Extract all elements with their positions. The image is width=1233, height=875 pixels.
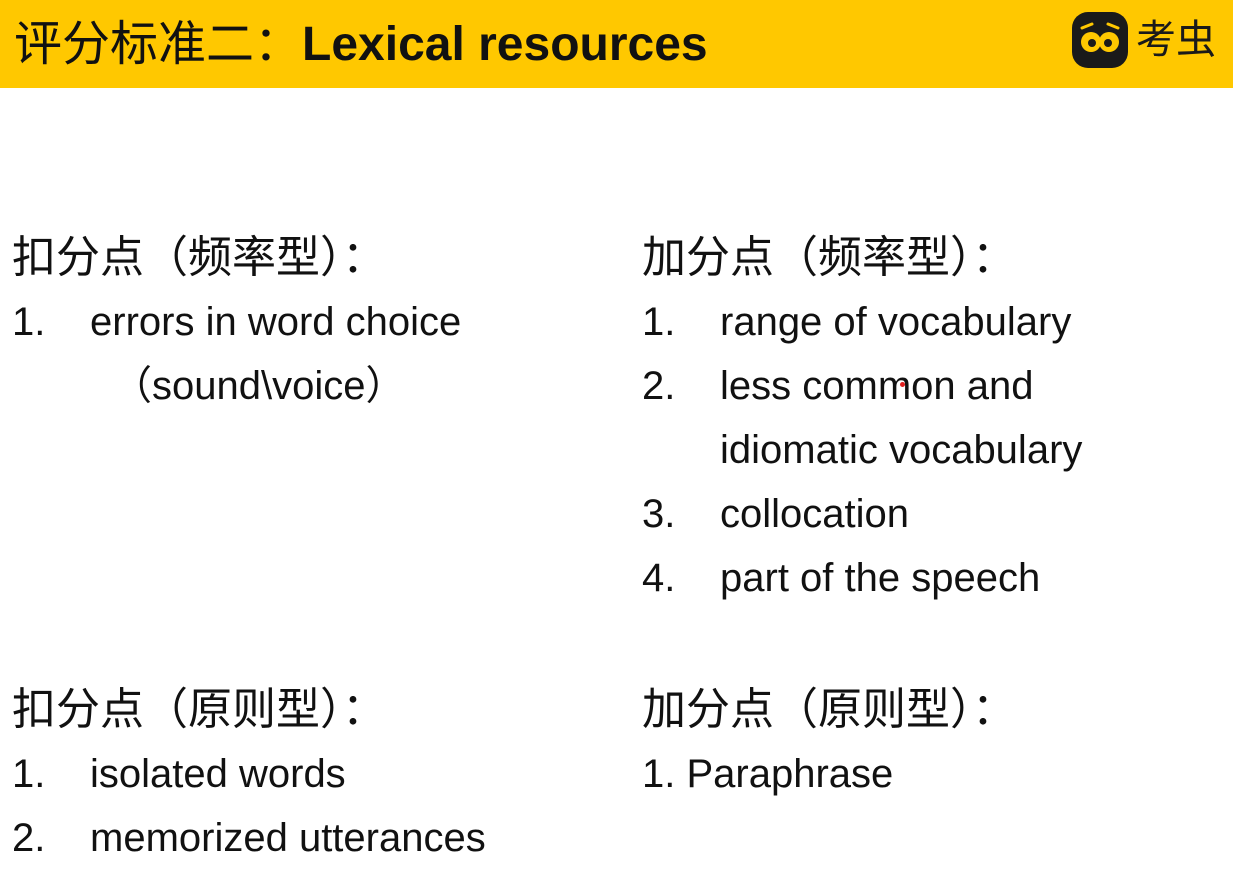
add-principle-heading: 加分点（原则型）： <box>642 684 1016 735</box>
item-number: 3. <box>642 492 676 536</box>
brand-logo: 考虫 <box>1072 8 1230 68</box>
list-item: 1. isolated words <box>12 742 386 806</box>
list-item: 4. part of the speech <box>642 546 1082 610</box>
list-item: 1. range of vocabulary <box>642 290 1082 354</box>
item-number: 2. <box>12 816 46 860</box>
item-text: memorized utterances <box>90 816 486 860</box>
deduct-principle-section: 扣分点（原则型）： 1. isolated words 2. memorized… <box>12 678 486 870</box>
item-number: 4. <box>642 556 676 600</box>
item-text: errors in word choice <box>90 300 462 344</box>
item-continuation: idiomatic vocabulary <box>720 428 1083 472</box>
item-continuation: （sound\voice） <box>112 364 406 408</box>
title-chinese: 评分标准二： <box>14 16 303 72</box>
title-english: Lexical resources <box>302 18 708 71</box>
deduct-frequency-heading: 扣分点（频率型）： <box>12 232 386 283</box>
item-text: isolated words <box>90 752 346 796</box>
item-text: part of the speech <box>720 556 1041 600</box>
add-frequency-section: 加分点（频率型）： 1. range of vocabulary 2. less… <box>642 226 1082 610</box>
list-item: 3. collocation <box>642 482 1082 546</box>
item-number: 2. <box>642 364 676 408</box>
item-text: less common and <box>720 364 1034 408</box>
header-bar: 评分标准二：Lexical resources 考虫 <box>0 0 1233 88</box>
item-text: collocation <box>720 492 910 536</box>
list-item: 1. Paraphrase <box>642 752 894 796</box>
add-principle-section: 加分点（原则型）： 1. Paraphrase <box>642 678 1016 806</box>
laser-pointer-dot <box>900 382 905 387</box>
list-item: 2. less common and <box>642 354 1082 418</box>
logo-text: 考虫 <box>1136 17 1216 63</box>
page-title: 评分标准二：Lexical resources <box>14 10 708 78</box>
deduct-principle-heading: 扣分点（原则型）： <box>12 684 386 735</box>
list-item: 2. memorized utterances <box>12 806 486 870</box>
add-frequency-heading: 加分点（频率型）： <box>642 232 1016 283</box>
item-number: 1. <box>12 300 46 344</box>
deduct-frequency-section: 扣分点（频率型）： 1. errors in word choice （soun… <box>12 226 461 418</box>
list-item: 1. errors in word choice <box>12 290 461 354</box>
owl-face-icon <box>1072 12 1128 68</box>
item-number: 1. <box>12 752 46 796</box>
item-text: range of vocabulary <box>720 300 1072 344</box>
item-number: 1. <box>642 300 676 344</box>
